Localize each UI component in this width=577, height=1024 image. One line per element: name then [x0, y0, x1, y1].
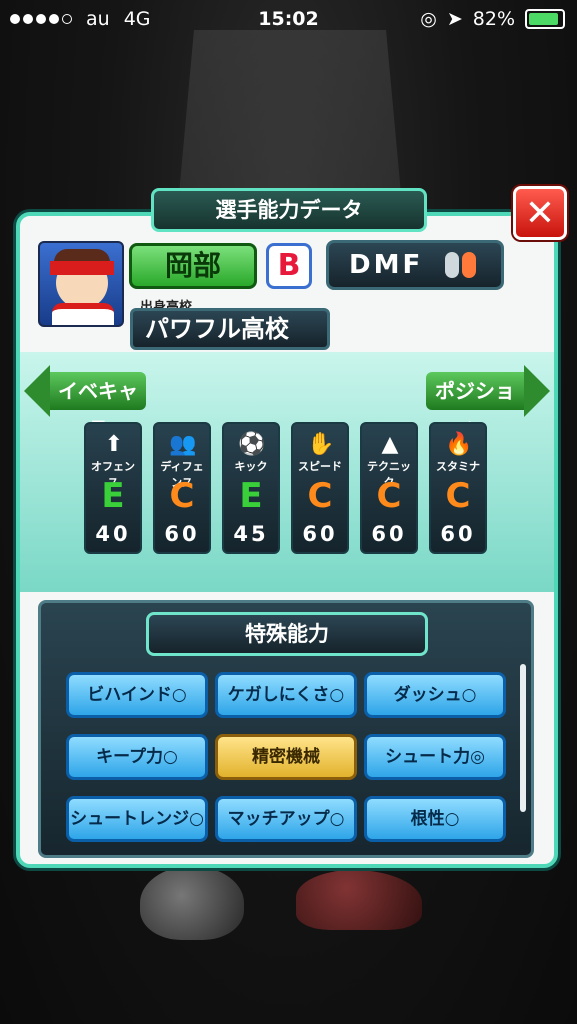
event-chara-button[interactable]: イベキャラ [24, 365, 146, 441]
stat-grade: E [239, 476, 263, 516]
kick-icon: ⚽ [238, 431, 266, 457]
stat-defense: 👥 ディフェンス C 60 [153, 422, 211, 554]
stat-stamina: 🔥 スタミナ C 60 [429, 422, 487, 554]
stat-kick: ⚽ キック E 45 [222, 422, 280, 554]
stat-grade: C [307, 476, 333, 516]
rank-badge: B [266, 243, 312, 289]
goal-icon: ⬆ [104, 431, 124, 457]
battery-icon [525, 9, 565, 29]
stat-grade: E [101, 476, 125, 516]
ability-button[interactable]: シュート力◎ [364, 734, 506, 780]
stat-speed: ✋ スピード C 60 [291, 422, 349, 554]
panel-title: 選手能力データ [151, 188, 427, 232]
ability-button-gold[interactable]: 精密機械 [215, 734, 357, 780]
scrollbar[interactable] [520, 664, 526, 812]
footprints-icon [445, 252, 477, 278]
defenders-icon: 👥 [169, 431, 197, 457]
stat-list: ⬆ オフェンス E 40 👥 ディフェンス C 60 ⚽ キック E 45 ✋ … [84, 422, 487, 554]
player-name: 岡部 [129, 243, 257, 289]
soccer-ball-image [140, 866, 244, 940]
stat-grade: C [445, 476, 471, 516]
stat-value: 60 [164, 522, 200, 546]
arrow-right-icon [524, 365, 550, 417]
ability-button[interactable]: ケガしにくさ○ [215, 672, 357, 718]
close-icon: ✕ [524, 192, 556, 234]
stat-label: スタミナ [436, 460, 480, 473]
ability-button[interactable]: 根性○ [364, 796, 506, 842]
stat-value: 60 [440, 522, 476, 546]
stat-label: キック [234, 460, 268, 473]
arrow-left-icon [24, 365, 50, 417]
stat-value: 45 [233, 522, 269, 546]
status-bar: au 4G 15:02 ◎ ➤ 82% [0, 0, 577, 38]
ability-button[interactable]: マッチアップ○ [215, 796, 357, 842]
school-name: パワフル高校 [130, 308, 330, 350]
stat-value: 40 [95, 522, 131, 546]
ability-button[interactable]: ダッシュ○ [364, 672, 506, 718]
ability-button[interactable]: キープ力○ [66, 734, 208, 780]
special-abilities-title: 特殊能力 [146, 612, 428, 656]
technique-icon: ▲ [381, 431, 399, 457]
event-chara-label: イベキャラ [50, 372, 146, 441]
stamina-icon: 🔥 [445, 431, 473, 457]
stat-value: 60 [302, 522, 338, 546]
stat-technique: ▲ テクニック C 60 [360, 422, 418, 554]
speed-icon: ✋ [307, 431, 335, 457]
ability-button[interactable]: シュートレンジ○ [66, 796, 208, 842]
orientation-lock-icon: ◎ [420, 8, 437, 30]
ability-button[interactable]: ビハインド○ [66, 672, 208, 718]
stat-grade: C [376, 476, 402, 516]
stat-offense: ⬆ オフェンス E 40 [84, 422, 142, 554]
position-label: DMF [349, 250, 424, 280]
location-icon: ➤ [446, 8, 463, 30]
stat-grade: C [169, 476, 195, 516]
position-button[interactable]: ポジション [426, 365, 550, 441]
battery-percent: 82% [472, 8, 515, 30]
stat-label: スピード [298, 460, 342, 473]
close-button[interactable]: ✕ [513, 186, 567, 240]
stat-value: 60 [371, 522, 407, 546]
position-button-label: ポジション [426, 372, 524, 441]
ability-grid: ビハインド○ ケガしにくさ○ ダッシュ○ キープ力○ 精密機械 シュート力◎ シ… [66, 672, 506, 842]
shoe-image [296, 870, 422, 930]
player-avatar [38, 241, 124, 327]
position-box: DMF [326, 240, 504, 290]
